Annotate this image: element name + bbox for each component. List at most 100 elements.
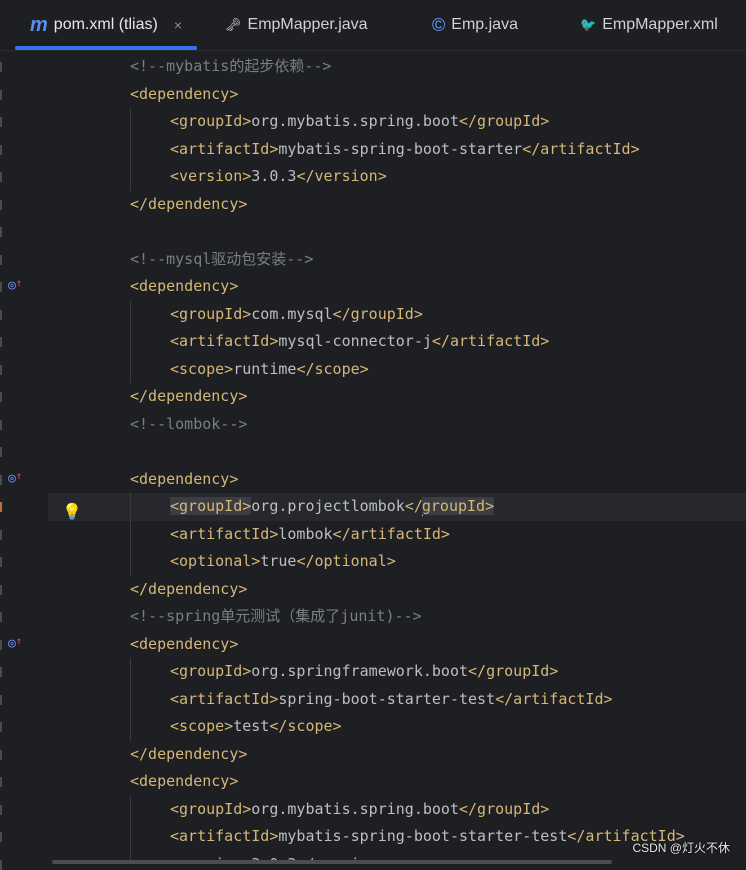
xml-tag: <version> xyxy=(170,167,252,185)
xml-tag: </artifactId> xyxy=(431,332,550,350)
code-line[interactable]: <artifactId>mysql-connector-j</artifactI… xyxy=(48,328,746,356)
element-text: org.springframework.boot xyxy=(251,662,469,680)
code-line[interactable]: <optional>true</optional> xyxy=(48,548,746,576)
arrow-up-icon: ↑ xyxy=(15,278,22,289)
xml-tag: </artifactId> xyxy=(495,689,613,708)
code-line[interactable]: <!--mysql驱动包安装--> xyxy=(48,246,746,274)
fold-marker xyxy=(0,612,2,622)
mybatis-xml-icon: 🐦 xyxy=(580,17,597,32)
code-line[interactable]: <scope>runtime</scope> xyxy=(48,356,746,384)
xml-tag: </dependency> xyxy=(130,387,248,405)
line-gutter[interactable]: ◎↑ ◎↑ ◎↑ xyxy=(0,51,48,870)
code-line[interactable]: <groupId>org.mybatis.spring.boot</groupI… xyxy=(48,796,746,824)
horizontal-scrollbar[interactable] xyxy=(52,860,612,864)
fold-marker xyxy=(0,392,2,402)
fold-marker xyxy=(0,117,2,127)
code-line[interactable]: <groupId>org.springframework.boot</group… xyxy=(48,658,746,686)
xml-tag: </artifactId> xyxy=(522,139,640,158)
xml-tag: <artifactId> xyxy=(170,139,279,158)
arrow-up-icon: ↑ xyxy=(15,470,22,482)
element-text: true xyxy=(260,552,297,570)
code-line[interactable] xyxy=(48,218,746,246)
element-text: 3.0.3 xyxy=(251,167,297,185)
xml-tag: <dependency> xyxy=(130,84,239,103)
code-line[interactable]: <groupId>org.mybatis.spring.boot</groupI… xyxy=(48,108,746,136)
fold-marker xyxy=(0,804,2,815)
tab-emp-java[interactable]: © Emp.java xyxy=(432,0,518,50)
code-line[interactable]: <dependency> xyxy=(48,81,746,109)
code-line[interactable]: <groupId>com.mysql</groupId> xyxy=(48,301,746,329)
indent-guide xyxy=(130,658,131,741)
code-editor[interactable]: <!--mybatis的起步依赖--> <dependency> <groupId>… xyxy=(48,51,746,864)
dependency-gutter-icon[interactable]: ◎↑ xyxy=(8,636,22,651)
element-text: mysql-connector-j xyxy=(278,332,432,350)
code-line[interactable]: <artifactId>mybatis-spring-boot-starter<… xyxy=(48,136,746,164)
code-line[interactable]: </dependency> xyxy=(48,383,746,411)
code-line[interactable]: <!--lombok--> xyxy=(48,411,746,439)
code-line[interactable]: <dependency> xyxy=(48,466,746,494)
fold-marker xyxy=(0,694,2,705)
dependency-gutter-icon[interactable]: ◎↑ xyxy=(8,471,22,486)
code-line[interactable]: <groupId>org.projectlombok</groupId> 💡 xyxy=(48,493,746,521)
code-line[interactable]: <dependency> xyxy=(48,768,746,796)
fold-marker xyxy=(0,502,2,512)
fold-marker xyxy=(0,144,2,155)
fold-marker xyxy=(0,62,2,72)
xml-tag: </scope> xyxy=(296,359,369,378)
xml-tag: <dependency> xyxy=(130,277,239,295)
tab-label: EmpMapper.java xyxy=(247,16,368,33)
tab-label: EmpMapper.xml xyxy=(602,16,718,33)
xml-tag: <dependency> xyxy=(130,772,239,790)
fold-marker xyxy=(0,777,2,787)
fold-marker xyxy=(0,584,2,595)
element-text: mybatis-spring-boot-starter-test xyxy=(278,827,568,845)
code-line[interactable]: <scope>test</scope> xyxy=(48,713,746,741)
fold-marker xyxy=(0,667,2,677)
element-text: org.mybatis.spring.boot xyxy=(251,799,459,818)
code-line[interactable]: </dependency> xyxy=(48,191,746,219)
fold-marker xyxy=(0,172,2,182)
xml-tag: </scope> xyxy=(269,717,342,735)
dependency-gutter-icon[interactable]: ◎↑ xyxy=(8,278,22,293)
xml-tag: </dependency> xyxy=(130,579,248,598)
code-line[interactable]: </dependency> xyxy=(48,741,746,769)
code-line[interactable]: </dependency> xyxy=(48,576,746,604)
xml-tag: <dependency> xyxy=(130,469,239,488)
code-line[interactable]: <artifactId>lombok</artifactId> xyxy=(48,521,746,549)
xml-tag: </version> xyxy=(296,167,387,185)
fold-marker xyxy=(0,282,2,292)
xml-tag: </groupId> xyxy=(468,662,559,680)
code-line[interactable]: <!--mybatis的起步依赖--> xyxy=(48,53,746,81)
xml-tag: <artifactId> xyxy=(170,689,279,708)
code-line[interactable] xyxy=(48,438,746,466)
xml-tag: <groupId> xyxy=(170,662,252,680)
xml-tag: <groupId> xyxy=(170,497,252,515)
xml-tag: <dependency> xyxy=(130,634,239,653)
xml-tag: </artifactId> xyxy=(332,524,450,543)
fold-marker xyxy=(0,832,2,842)
code-line[interactable]: <dependency> xyxy=(48,273,746,301)
active-tab-indicator xyxy=(15,46,197,50)
tab-pom-xml[interactable]: m pom.xml (tlias) × xyxy=(15,0,197,50)
tab-empmapper-xml[interactable]: 🐦 EmpMapper.xml xyxy=(580,0,718,50)
fold-marker xyxy=(0,557,2,567)
fold-marker xyxy=(0,447,2,457)
xml-comment: <!--lombok--> xyxy=(130,414,248,433)
xml-tag: <artifactId> xyxy=(170,524,279,543)
code-line[interactable]: <dependency> xyxy=(48,631,746,659)
tab-empmapper-java[interactable]: 🗝 EmpMapper.java xyxy=(225,0,368,50)
xml-tag: <scope> xyxy=(170,717,234,735)
fold-marker xyxy=(0,227,2,237)
xml-tag: <groupId> xyxy=(170,799,252,818)
close-tab-icon[interactable]: × xyxy=(174,17,182,33)
xml-tag: <groupId> xyxy=(170,112,252,130)
fold-marker xyxy=(0,529,2,540)
fold-marker xyxy=(0,337,2,347)
fold-marker xyxy=(0,474,2,485)
maven-icon: m xyxy=(30,13,48,36)
code-line[interactable]: <version>3.0.3</version> xyxy=(48,163,746,191)
code-line[interactable]: <!--spring单元测试（集成了junit)--> xyxy=(48,603,746,631)
mapper-interface-icon: 🗝 xyxy=(225,17,242,32)
code-line[interactable]: <artifactId>spring-boot-starter-test</ar… xyxy=(48,686,746,714)
arrow-up-icon: ↑ xyxy=(15,635,22,647)
